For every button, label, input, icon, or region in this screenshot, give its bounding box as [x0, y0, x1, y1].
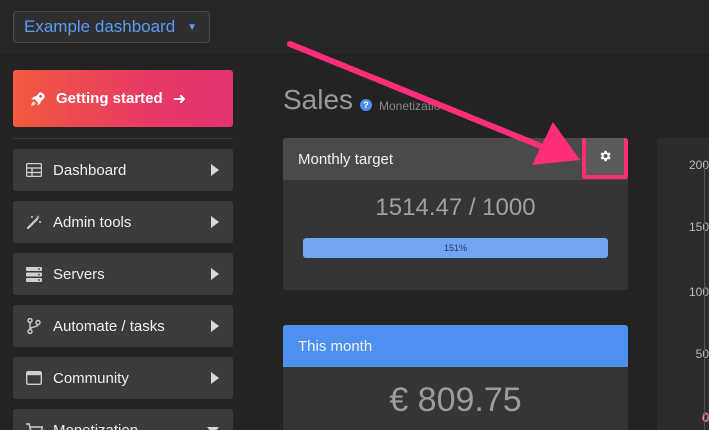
rocket-icon [31, 91, 45, 106]
caret-down-icon: ▼ [187, 21, 197, 33]
sidebar-item-dashboard[interactable]: Dashboard [13, 149, 233, 191]
chevron-right-icon [211, 216, 219, 228]
sidebar: Getting started ➜ Dashboard Admin tools … [0, 55, 248, 430]
getting-started-button[interactable]: Getting started ➜ [13, 70, 233, 127]
dashboard-select[interactable]: Example dashboard ▼ [13, 11, 210, 43]
sidebar-item-label: Dashboard [53, 161, 127, 179]
sales-chart: 200 150 100 50 0 [657, 138, 709, 430]
this-month-header: This month [283, 325, 628, 367]
sidebar-item-automate-tasks[interactable]: Automate / tasks [13, 305, 233, 347]
server-icon [25, 266, 43, 282]
sidebar-item-label: Automate / tasks [53, 317, 165, 335]
data-point [702, 414, 709, 422]
chevron-right-icon [211, 164, 219, 176]
sidebar-item-label: Servers [53, 265, 105, 283]
sidebar-item-monetization[interactable]: Monetization [13, 409, 233, 430]
card-title: Monthly target [298, 150, 394, 168]
grid-icon [25, 162, 43, 178]
page-title: Sales [283, 84, 354, 115]
y-axis [704, 162, 705, 430]
getting-started-label: Getting started [56, 90, 163, 107]
progress-bar: 151% [303, 238, 608, 258]
top-bar: Example dashboard ▼ [0, 0, 709, 55]
sidebar-item-label: Admin tools [53, 213, 132, 231]
monthly-target-header: Monthly target [283, 138, 628, 180]
chevron-right-icon [211, 372, 219, 384]
y-tick-label: 150 [688, 220, 709, 234]
sidebar-item-admin-tools[interactable]: Admin tools [13, 201, 233, 243]
sidebar-item-community[interactable]: Community [13, 357, 233, 399]
sidebar-item-servers[interactable]: Servers [13, 253, 233, 295]
chevron-down-icon [207, 426, 219, 430]
y-tick-label: 100 [688, 285, 709, 299]
card-title: This month [298, 337, 373, 355]
sidebar-item-label: Community [53, 369, 129, 387]
help-icon[interactable]: ? [360, 99, 372, 111]
y-tick-label: 50 [695, 347, 709, 361]
branch-icon [25, 318, 43, 334]
this-month-card: This month € 809.75 [283, 325, 628, 430]
breadcrumb: Monetizatio [379, 99, 441, 113]
y-tick-label: 200 [688, 158, 709, 172]
settings-button[interactable] [582, 138, 628, 179]
magic-wand-icon [25, 214, 43, 230]
sidebar-item-label: Monetization [53, 421, 139, 430]
target-value: 1514.47 / 1000 [375, 194, 536, 221]
gear-icon [600, 150, 611, 162]
chevron-right-icon [211, 320, 219, 332]
progress-label: 151% [443, 243, 468, 253]
cart-icon [25, 422, 43, 430]
arrow-right-icon: ➜ [172, 90, 187, 108]
month-value: € 809.75 [389, 381, 522, 419]
chevron-right-icon [211, 268, 219, 280]
window-icon [25, 370, 43, 386]
monthly-target-card: Monthly target 1514.47 / 1000 151% [283, 138, 628, 290]
dashboard-select-label: Example dashboard [24, 17, 176, 36]
sidebar-divider [13, 138, 233, 139]
